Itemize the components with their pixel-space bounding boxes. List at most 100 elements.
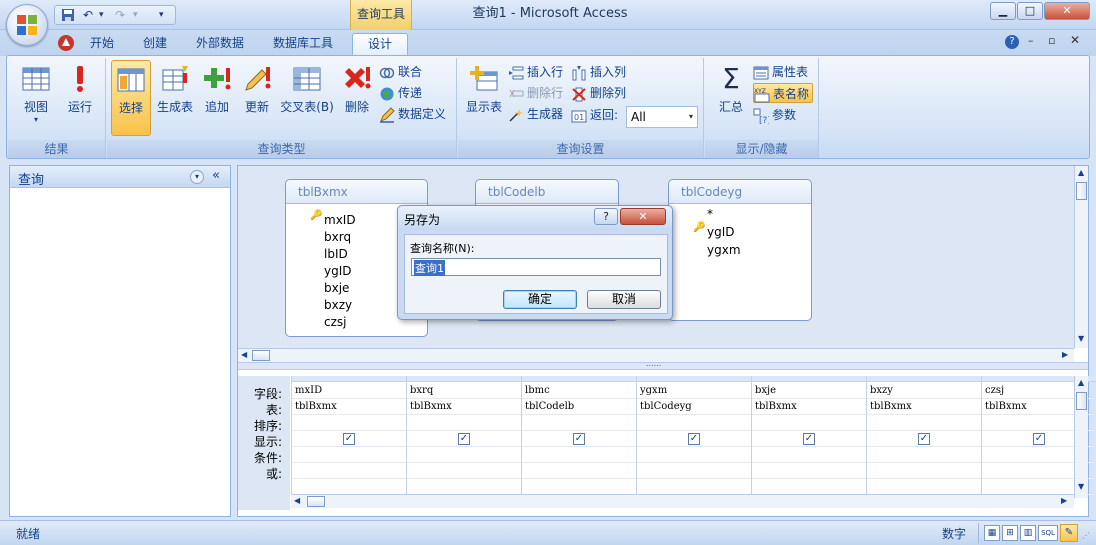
close-button[interactable]: ✕ [1044, 2, 1090, 20]
empty-cell[interactable] [867, 479, 981, 495]
empty-cell[interactable] [407, 479, 521, 495]
show-cell[interactable]: ✓ [867, 431, 981, 447]
addin-icon[interactable] [56, 33, 76, 53]
field-item[interactable]: bxrq [324, 230, 351, 244]
field-item[interactable]: ygxm [707, 243, 741, 257]
grid-vertical-scrollbar[interactable]: ▲ ▼ [1074, 376, 1088, 498]
criteria-cell[interactable] [522, 447, 636, 463]
field-cell[interactable]: bxrq [407, 383, 521, 399]
sort-cell[interactable] [407, 415, 521, 431]
field-cell[interactable]: ygxm [637, 383, 751, 399]
field-item[interactable]: czsj [324, 315, 346, 329]
field-item[interactable]: bxje [324, 281, 349, 295]
table-cell[interactable]: tblBxmx [292, 399, 406, 415]
dialog-help-button[interactable]: ? [594, 208, 618, 225]
run-button[interactable]: 运行 [58, 64, 102, 115]
dialog-close-button[interactable]: ✕ [620, 208, 666, 225]
vertical-scrollbar[interactable]: ▲ ▼ [1074, 166, 1088, 348]
field-item[interactable]: lbID [324, 247, 348, 261]
or-cell[interactable] [292, 463, 406, 479]
show-cell[interactable]: ✓ [407, 431, 521, 447]
scroll-thumb[interactable] [252, 350, 270, 361]
criteria-cell[interactable] [752, 447, 866, 463]
column-selector[interactable] [292, 376, 406, 382]
query-name-input[interactable]: 查询1 [411, 258, 661, 276]
scroll-up-icon[interactable]: ▲ [1078, 168, 1084, 177]
pivot-table-view-icon[interactable]: ⊞ [1002, 525, 1018, 541]
scroll-right-icon[interactable]: ▶ [1061, 496, 1067, 505]
insert-rows-button[interactable]: 插入行 [508, 62, 563, 82]
criteria-cell[interactable] [867, 447, 981, 463]
field-cell[interactable]: mxID [292, 383, 406, 399]
sort-cell[interactable] [637, 415, 751, 431]
table-cell[interactable]: tblCodelb [522, 399, 636, 415]
show-cell[interactable]: ✓ [522, 431, 636, 447]
show-cell[interactable]: ✓ [292, 431, 406, 447]
or-cell[interactable] [752, 463, 866, 479]
ok-button[interactable]: 确定 [503, 290, 577, 309]
table-title[interactable]: tblCodelb [476, 180, 618, 204]
column-selector[interactable] [522, 376, 636, 382]
sort-cell[interactable] [867, 415, 981, 431]
tab-design[interactable]: 设计 [352, 33, 408, 55]
empty-cell[interactable] [752, 479, 866, 495]
table-box[interactable]: tblCodeyg * 🔑 ygID ygxm [668, 179, 812, 321]
sort-cell[interactable] [292, 415, 406, 431]
dialog-title-bar[interactable]: 另存为 ? ✕ [398, 206, 672, 230]
builder-button[interactable]: 生成器 [508, 104, 563, 124]
sql-view-icon[interactable]: SQL [1038, 525, 1058, 541]
field-item[interactable]: ygID [707, 225, 735, 239]
scroll-thumb[interactable] [1076, 182, 1087, 200]
ribbon-restore-icon[interactable]: ▫ [1048, 34, 1055, 47]
scroll-thumb[interactable] [307, 496, 325, 507]
union-button[interactable]: 联合 [379, 62, 422, 82]
show-checkbox[interactable]: ✓ [918, 433, 930, 445]
table-cell[interactable]: tblBxmx [407, 399, 521, 415]
scroll-left-icon[interactable]: ◀ [241, 350, 247, 359]
table-cell[interactable]: tblCodeyg [637, 399, 751, 415]
collapse-pane-icon[interactable]: « [212, 168, 220, 183]
scroll-down-icon[interactable]: ▼ [1078, 482, 1084, 491]
empty-cell[interactable] [292, 479, 406, 495]
column-selector[interactable] [867, 376, 981, 382]
crosstab-button[interactable]: 交叉表(B) [279, 64, 335, 115]
table-cell[interactable]: tblBxmx [752, 399, 866, 415]
datasheet-view-icon[interactable]: ▦ [984, 525, 1000, 541]
chevron-down-icon[interactable]: ▾ [190, 170, 204, 184]
scroll-thumb[interactable] [1076, 392, 1087, 410]
pass-through-button[interactable]: 传递 [379, 83, 422, 103]
criteria-cell[interactable] [407, 447, 521, 463]
or-cell[interactable] [867, 463, 981, 479]
sort-cell[interactable] [752, 415, 866, 431]
navigation-pane-header[interactable]: 查询 ▾ « [10, 166, 230, 188]
show-checkbox[interactable]: ✓ [573, 433, 585, 445]
show-cell[interactable]: ✓ [752, 431, 866, 447]
ribbon-minimize-icon[interactable]: – [1028, 34, 1034, 47]
tab-database-tools[interactable]: 数据库工具 [265, 33, 341, 55]
table-cell[interactable]: tblBxmx [867, 399, 981, 415]
view-dropdown-icon[interactable]: ▾ [14, 115, 58, 124]
column-selector[interactable] [407, 376, 521, 382]
delete-columns-button[interactable]: 删除列 [571, 83, 626, 103]
sort-cell[interactable] [522, 415, 636, 431]
table-title[interactable]: tblCodeyg [669, 180, 811, 204]
scroll-left-icon[interactable]: ◀ [294, 496, 300, 505]
field-item[interactable]: mxID [324, 213, 356, 227]
criteria-cell[interactable] [637, 447, 751, 463]
parameters-button[interactable]: [?]参数 [753, 105, 796, 125]
tab-home[interactable]: 开始 [80, 33, 124, 55]
show-table-button[interactable]: 显示表 [462, 64, 506, 115]
ribbon-close-icon[interactable]: ✕ [1070, 33, 1080, 47]
grid-horizontal-scrollbar[interactable]: ◀ ▶ [291, 494, 1074, 508]
cancel-button[interactable]: 取消 [587, 290, 661, 309]
pivot-chart-view-icon[interactable]: ▥ [1020, 525, 1036, 541]
or-cell[interactable] [407, 463, 521, 479]
empty-cell[interactable] [637, 479, 751, 495]
or-cell[interactable] [637, 463, 751, 479]
scroll-up-icon[interactable]: ▲ [1078, 378, 1084, 387]
column-selector[interactable] [637, 376, 751, 382]
criteria-cell[interactable] [292, 447, 406, 463]
field-cell[interactable]: bxje [752, 383, 866, 399]
field-cell[interactable]: lbmc [522, 383, 636, 399]
show-checkbox[interactable]: ✓ [458, 433, 470, 445]
